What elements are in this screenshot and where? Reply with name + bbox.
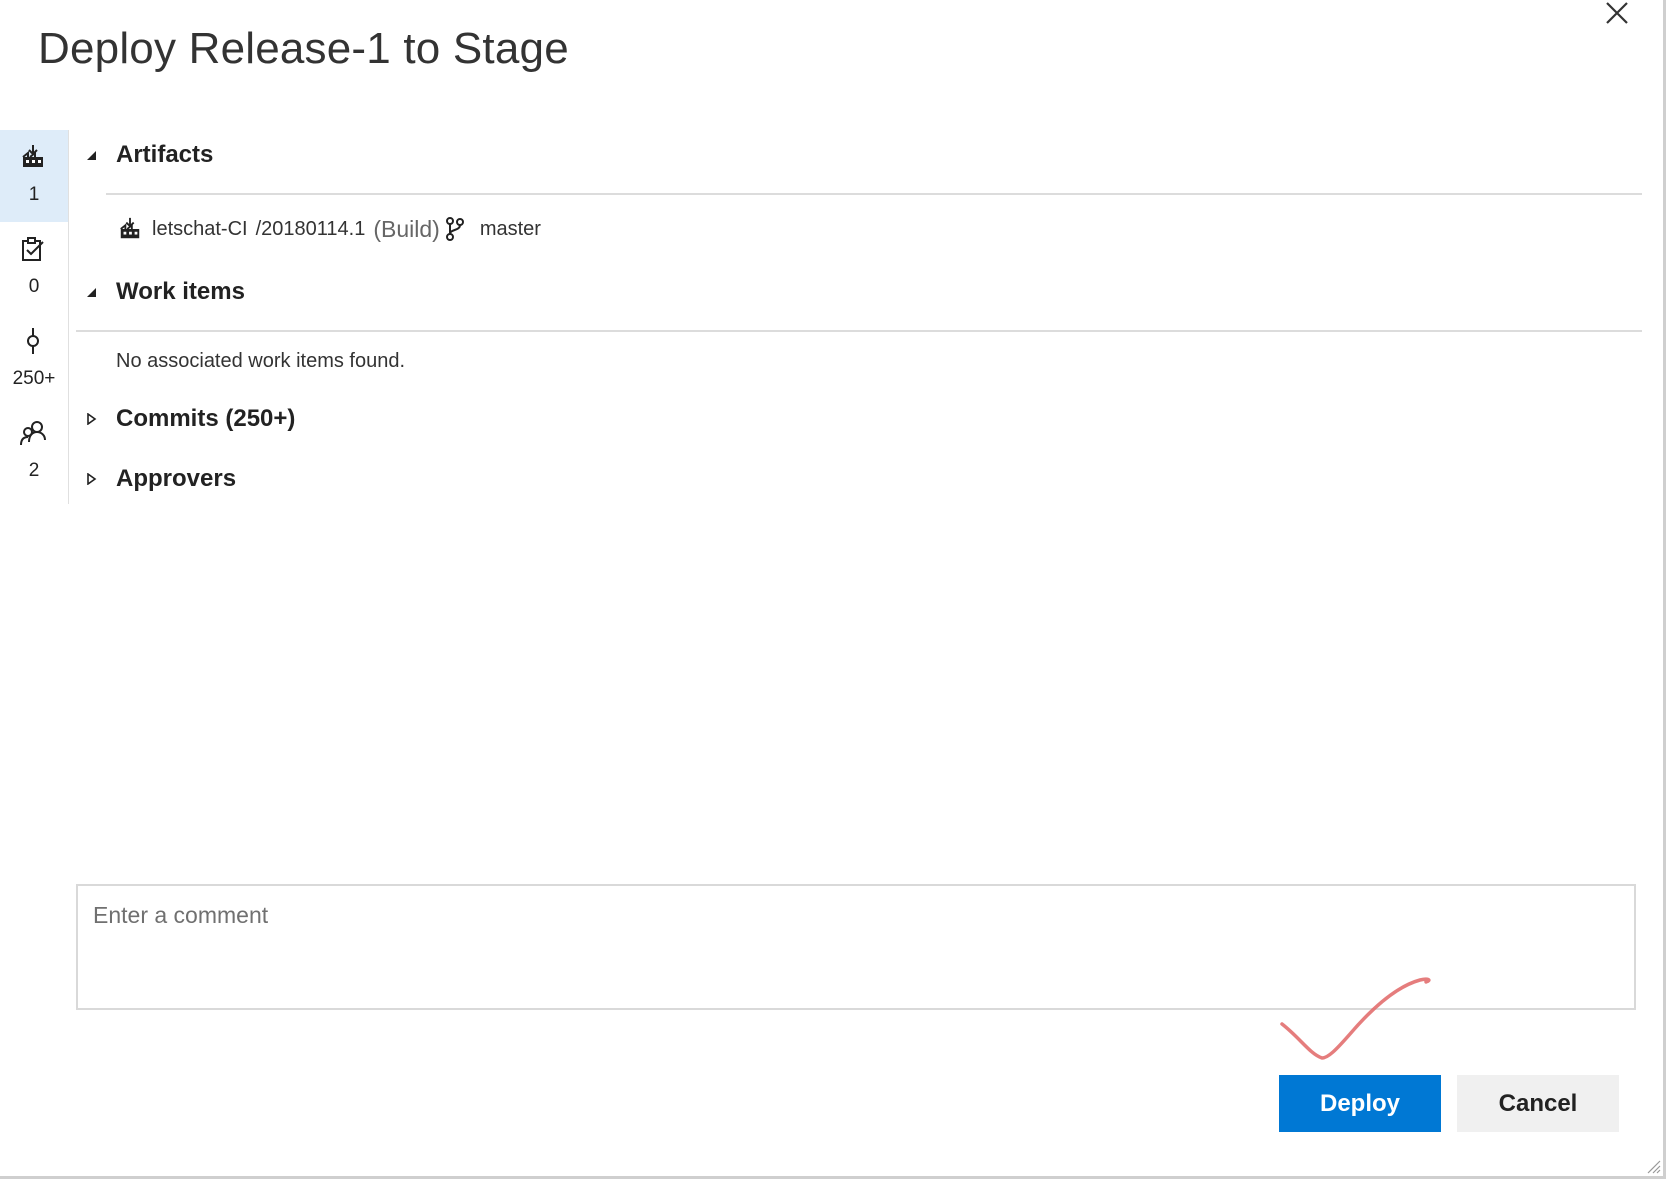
deploy-button[interactable]: Deploy	[1279, 1075, 1441, 1132]
resize-grip-icon[interactable]	[1645, 1158, 1661, 1174]
rail-approvers-count: 2	[28, 460, 40, 481]
rail-item-approvers[interactable]: 2	[0, 406, 68, 498]
caret-collapsed-icon	[84, 472, 98, 486]
rail-item-artifacts[interactable]: 1	[0, 130, 68, 222]
artifact-version[interactable]: /20180114.1	[256, 218, 366, 241]
artifact-branch: master	[479, 217, 541, 240]
section-commits-header[interactable]: Commits (250+)	[84, 403, 295, 435]
section-artifacts-title: Artifacts	[116, 141, 214, 168]
deploy-dialog: Deploy Release-1 to Stage 1 0 250+ 2 Art…	[0, 0, 1666, 1179]
section-artifacts-header[interactable]: Artifacts	[84, 139, 213, 171]
rail-commits-count: 250+	[12, 368, 56, 389]
rail-artifacts-count: 1	[28, 184, 40, 205]
branch-icon	[445, 217, 464, 241]
section-approvers-header[interactable]: Approvers	[84, 463, 236, 495]
work-items-empty-message: No associated work items found.	[116, 350, 406, 372]
section-approvers-title: Approvers	[116, 465, 237, 492]
section-work-items-header[interactable]: Work items	[84, 276, 245, 308]
section-work-items-title: Work items	[116, 278, 245, 305]
summary-rail: 1 0 250+ 2	[0, 130, 69, 504]
build-artifact-icon	[22, 145, 43, 167]
rail-item-commits[interactable]: 250+	[0, 314, 68, 406]
section-commits-title: Commits (250+)	[116, 405, 296, 432]
caret-collapsed-icon	[84, 412, 98, 426]
rail-item-work-items[interactable]: 0	[0, 222, 68, 314]
artifact-type: (Build)	[373, 215, 440, 242]
approvers-icon	[20, 421, 46, 446]
dialog-title: Deploy Release-1 to Stage	[38, 24, 569, 73]
rail-work-items-count: 0	[28, 276, 40, 297]
close-icon	[1606, 2, 1628, 24]
close-button[interactable]	[1602, 0, 1638, 30]
artifact-item: letschat-CI /20180114.1 (Build) master	[118, 212, 541, 246]
divider	[76, 330, 1642, 332]
caret-expanded-icon	[84, 148, 98, 162]
commit-icon	[27, 328, 39, 354]
cancel-button[interactable]: Cancel	[1457, 1075, 1619, 1132]
work-item-icon	[22, 237, 44, 261]
caret-expanded-icon	[84, 285, 98, 299]
comment-input[interactable]	[76, 884, 1636, 1010]
divider	[106, 193, 1642, 195]
build-artifact-icon	[120, 217, 140, 239]
artifact-name[interactable]: letschat-CI	[152, 218, 248, 241]
